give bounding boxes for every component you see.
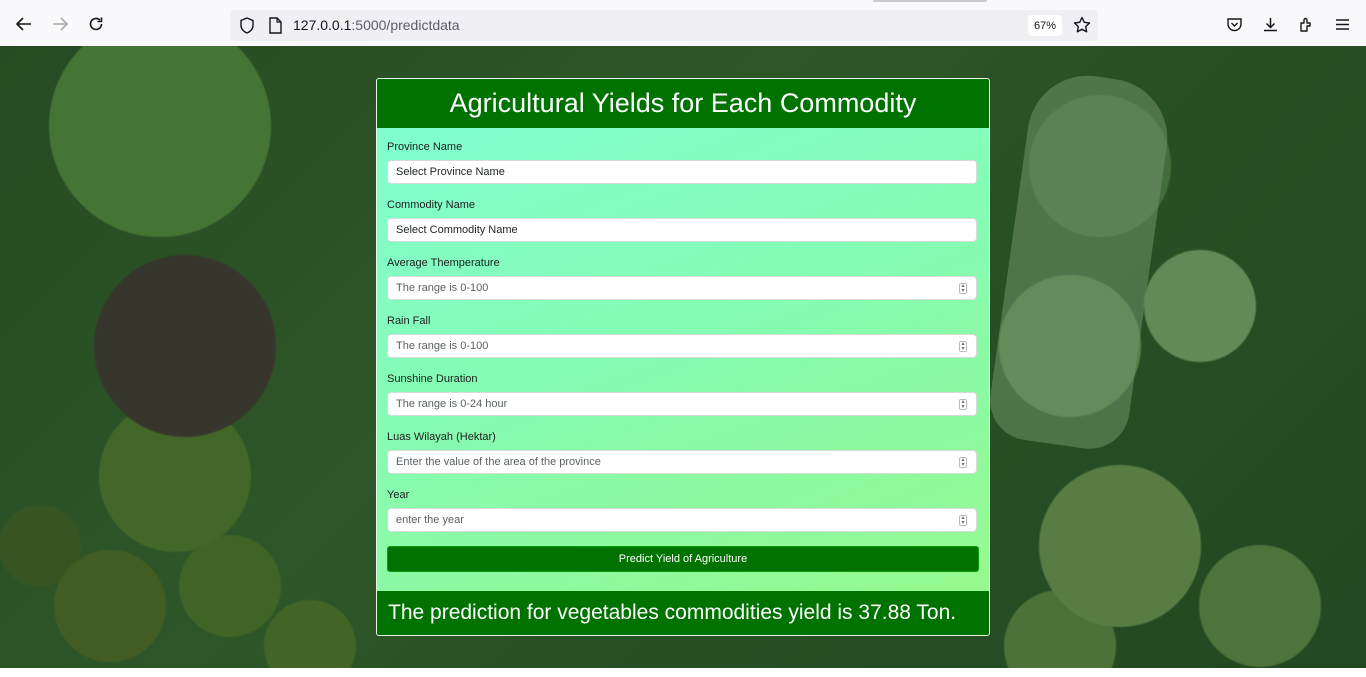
rainfall-input[interactable]: The range is 0-100 ▴ ▾ xyxy=(387,334,977,358)
page-background: Agricultural Yields for Each Commodity P… xyxy=(0,46,1366,668)
page-icon[interactable] xyxy=(268,17,282,39)
year-input[interactable]: enter the year ▴ ▾ xyxy=(387,508,977,532)
page-title: Agricultural Yields for Each Commodity xyxy=(377,79,989,128)
star-icon[interactable] xyxy=(1073,16,1091,39)
area-placeholder: Enter the value of the area of the provi… xyxy=(396,456,601,468)
back-icon[interactable] xyxy=(12,12,36,36)
temperature-placeholder: The range is 0-100 xyxy=(396,282,489,294)
sunshine-placeholder: The range is 0-24 hour xyxy=(396,398,508,410)
url-host: 127.0.0.1 xyxy=(293,17,352,33)
province-label: Province Name xyxy=(387,141,463,153)
commodity-label: Commodity Name xyxy=(387,199,476,211)
temperature-input[interactable]: The range is 0-100 ▴ ▾ xyxy=(387,276,977,300)
year-placeholder: enter the year xyxy=(396,514,464,526)
browser-toolbar: 127.0.0.1:5000/predictdata 67% xyxy=(0,0,1366,47)
sunshine-input[interactable]: The range is 0-24 hour ▴ ▾ xyxy=(387,392,977,416)
rainfall-placeholder: The range is 0-100 xyxy=(396,340,489,352)
area-label: Luas Wilayah (Hektar) xyxy=(387,431,496,443)
url-path: :5000/predictdata xyxy=(351,17,460,33)
pocket-icon[interactable] xyxy=(1224,14,1244,34)
shield-icon[interactable] xyxy=(239,17,255,39)
extensions-icon[interactable] xyxy=(1296,14,1316,34)
commodity-select[interactable]: Select Commodity Name xyxy=(387,218,977,242)
province-select-value: Select Province Name xyxy=(396,166,505,178)
area-spinner-icon[interactable]: ▴ ▾ xyxy=(959,457,967,468)
temperature-label: Average Themperature xyxy=(387,257,500,269)
rainfall-spinner-icon[interactable]: ▴ ▾ xyxy=(959,341,967,352)
year-label: Year xyxy=(387,489,410,501)
window-bottom-edge xyxy=(0,668,1366,677)
temperature-spinner-icon[interactable]: ▴ ▾ xyxy=(959,283,967,294)
forward-icon[interactable] xyxy=(48,12,72,36)
year-spinner-icon[interactable]: ▴ ▾ xyxy=(959,515,967,526)
url-text[interactable]: 127.0.0.1:5000/predictdata xyxy=(293,17,460,33)
sunshine-spinner-icon[interactable]: ▴ ▾ xyxy=(959,399,967,410)
download-icon[interactable] xyxy=(1260,14,1280,34)
url-bar[interactable]: 127.0.0.1:5000/predictdata 67% xyxy=(230,10,1098,41)
sunshine-label: Sunshine Duration xyxy=(387,373,478,385)
zoom-level-badge[interactable]: 67% xyxy=(1028,15,1062,36)
menu-icon[interactable] xyxy=(1332,14,1352,34)
prediction-form-card: Agricultural Yields for Each Commodity P… xyxy=(376,78,990,636)
province-select[interactable]: Select Province Name xyxy=(387,160,977,184)
rainfall-label: Rain Fall xyxy=(387,315,431,327)
reload-icon[interactable] xyxy=(84,12,108,36)
prediction-result: The prediction for vegetables commoditie… xyxy=(377,591,989,635)
area-input[interactable]: Enter the value of the area of the provi… xyxy=(387,450,977,474)
tab-strip-edge xyxy=(873,0,987,2)
predict-button[interactable]: Predict Yield of Agriculture xyxy=(387,546,979,572)
commodity-select-value: Select Commodity Name xyxy=(396,224,518,236)
